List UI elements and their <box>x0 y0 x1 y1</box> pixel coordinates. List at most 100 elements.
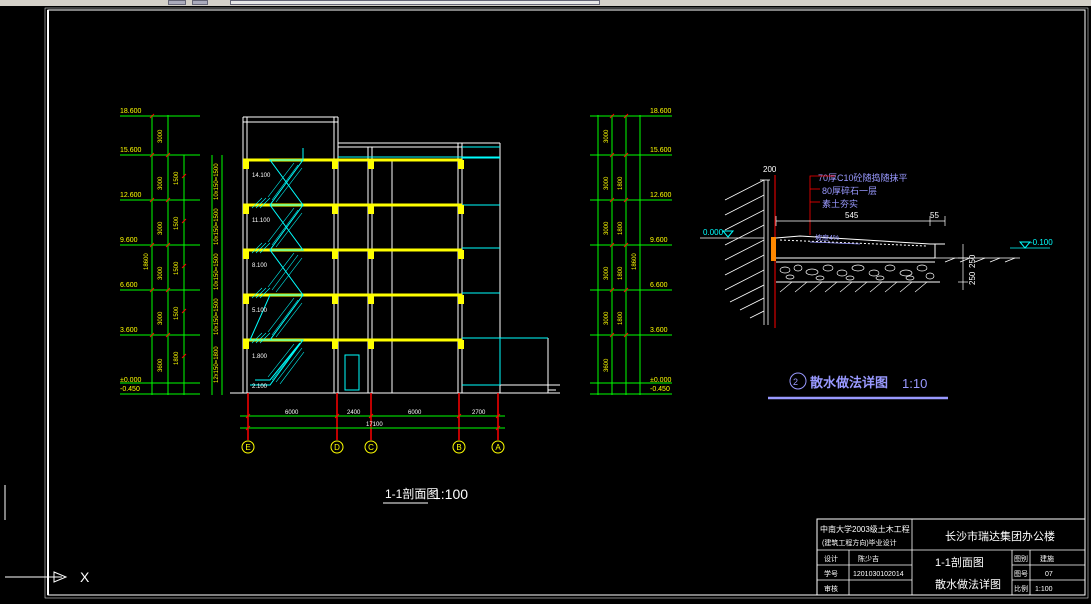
designer-name: 陈少吉 <box>858 554 879 563</box>
svg-text:1500: 1500 <box>174 171 180 185</box>
svg-text:3000: 3000 <box>158 176 164 190</box>
elev-label: 18.600 <box>650 108 672 115</box>
apron-layers <box>775 235 945 283</box>
elev-label: 9.600 <box>650 237 668 244</box>
note-line: 素土夯实 <box>822 198 858 209</box>
svg-text:1800: 1800 <box>618 176 624 190</box>
axis-label: C <box>368 443 374 452</box>
svg-text:10x150=1500: 10x150=1500 <box>214 208 220 245</box>
school-label: 中南大学2003级土木工程 <box>820 524 910 534</box>
svg-text:10x150=1500: 10x150=1500 <box>214 298 220 335</box>
floor-beams <box>243 160 464 349</box>
bottom-dim-text: 6000 2400 6000 2700 17100 <box>285 410 486 428</box>
elev-label: ±0.000 <box>120 377 141 384</box>
toolbar-button[interactable] <box>168 0 186 5</box>
svg-text:1800: 1800 <box>618 221 624 235</box>
svg-text:3600: 3600 <box>158 358 164 372</box>
elev-label: 12.600 <box>120 192 142 199</box>
level-marker <box>1018 241 1032 249</box>
svg-text:1800: 1800 <box>174 351 180 365</box>
left-elevation-labels: 18.600 15.600 12.600 9.600 6.600 3.600 ±… <box>120 108 142 393</box>
drawing-name: 1-1剖面图 <box>935 555 984 569</box>
axis-label: E <box>245 443 250 452</box>
elev-label: ±0.000 <box>650 377 671 384</box>
elev-label: -0.450 <box>650 386 670 393</box>
elev-label: 18.600 <box>120 108 142 115</box>
svg-text:18600: 18600 <box>632 253 638 270</box>
wall-hatch <box>724 179 770 325</box>
floor-level-label: 2.100 <box>252 384 268 390</box>
svg-text:3000: 3000 <box>604 266 610 280</box>
drawing-canvas[interactable]: 18.600 15.600 12.600 9.600 6.600 3.600 ±… <box>0 6 1091 599</box>
dim-label: 6000 <box>285 410 299 416</box>
svg-text:1500: 1500 <box>174 306 180 320</box>
svg-text:3000: 3000 <box>604 221 610 235</box>
cad-drawing[interactable]: 18.600 15.600 12.600 9.600 6.600 3.600 ±… <box>0 6 1091 599</box>
elev-label: 3.600 <box>650 327 668 334</box>
level-label: 0.000 <box>703 228 724 237</box>
svg-text:3000: 3000 <box>604 129 610 143</box>
soil-hatch <box>779 281 928 293</box>
note-line: 80厚碎石一层 <box>822 185 877 196</box>
row-label: 学号 <box>824 569 838 578</box>
level-label: -0.100 <box>1030 238 1053 247</box>
expansion-joint <box>771 237 776 261</box>
svg-text:1800: 1800 <box>618 266 624 280</box>
floor-level-label: 8.100 <box>252 263 268 269</box>
no-value: 07 <box>1045 571 1053 578</box>
right-dim-text: 3000 3000 3000 3000 3000 3600 18600 1800… <box>604 129 638 372</box>
kind-value: 建施 <box>1040 554 1054 563</box>
svg-text:3000: 3000 <box>604 176 610 190</box>
toolbar-button[interactable] <box>192 0 208 5</box>
student-id: 1201030102014 <box>853 571 904 578</box>
left-dim-text: 3000 3000 3000 3000 3000 3600 18600 1500… <box>144 129 220 383</box>
title-block: 中南大学2003级土木工程 (建筑工程方向)毕业设计 长沙市瑞达集团办公楼 1-… <box>816 518 1086 596</box>
section-scale: 1:100 <box>433 486 468 502</box>
svg-text:3000: 3000 <box>604 311 610 325</box>
floor-level-label: 14.100 <box>252 173 271 179</box>
detail-title: 散水做法详图 <box>810 375 888 390</box>
floor-level-label: 5.100 <box>252 308 268 314</box>
svg-text:3000: 3000 <box>158 266 164 280</box>
building-outline <box>230 116 560 394</box>
section-title: 1-1剖面图 <box>385 487 438 501</box>
detail-dims <box>775 216 968 290</box>
dim-label: 2400 <box>347 410 361 416</box>
svg-text:1500: 1500 <box>174 261 180 275</box>
section-drawing: 18.600 15.600 12.600 9.600 6.600 3.600 ±… <box>120 108 672 504</box>
ucs-x-label: X <box>80 569 90 585</box>
detail-title-num: 2 <box>793 377 798 387</box>
detail-scale: 1:10 <box>902 376 927 391</box>
svg-text:3600: 3600 <box>604 358 610 372</box>
elev-label: 15.600 <box>120 147 142 154</box>
axis-label: B <box>456 443 461 452</box>
slope-label: 坡度4% <box>815 233 839 242</box>
note-line: 70厚C10砼随捣随抹平 <box>818 172 908 183</box>
axis-bubble-labels: E D C B A <box>245 443 501 452</box>
ucs-icon <box>4 485 68 583</box>
toolbar-button[interactable] <box>230 0 600 5</box>
axis-label: D <box>334 443 340 452</box>
ground-line <box>935 257 1020 263</box>
floor-level-label: 11.100 <box>252 218 271 224</box>
kind-label: 图别 <box>1014 554 1028 563</box>
svg-text:3000: 3000 <box>158 129 164 143</box>
total-dim-label: 17100 <box>366 422 383 428</box>
dim-label: 250 <box>968 254 977 268</box>
right-dim-chain <box>590 115 672 395</box>
dim-label: 545 <box>845 211 859 220</box>
apron-detail-drawing: 70厚C10砼随捣随抹平 80厚碎石一层 素土夯实 545 55 200 250… <box>700 165 1053 400</box>
scale-label: 比例 <box>1014 584 1028 593</box>
scale-value: 1:100 <box>1035 586 1053 593</box>
left-dim-chain <box>120 115 223 395</box>
elev-label: 15.600 <box>650 147 672 154</box>
svg-text:3000: 3000 <box>158 221 164 235</box>
drawing-frame-outer <box>47 9 1086 596</box>
elev-label: 12.600 <box>650 192 672 199</box>
right-elevation-labels: 18.600 15.600 12.600 9.600 6.600 3.600 ±… <box>650 108 672 393</box>
project-name: 长沙市瑞达集团办公楼 <box>945 529 1055 543</box>
elev-label: 6.600 <box>650 282 668 289</box>
gravel-pattern <box>779 264 935 281</box>
svg-text:1800: 1800 <box>618 311 624 325</box>
drawing-name: 散水做法详图 <box>935 577 1001 591</box>
